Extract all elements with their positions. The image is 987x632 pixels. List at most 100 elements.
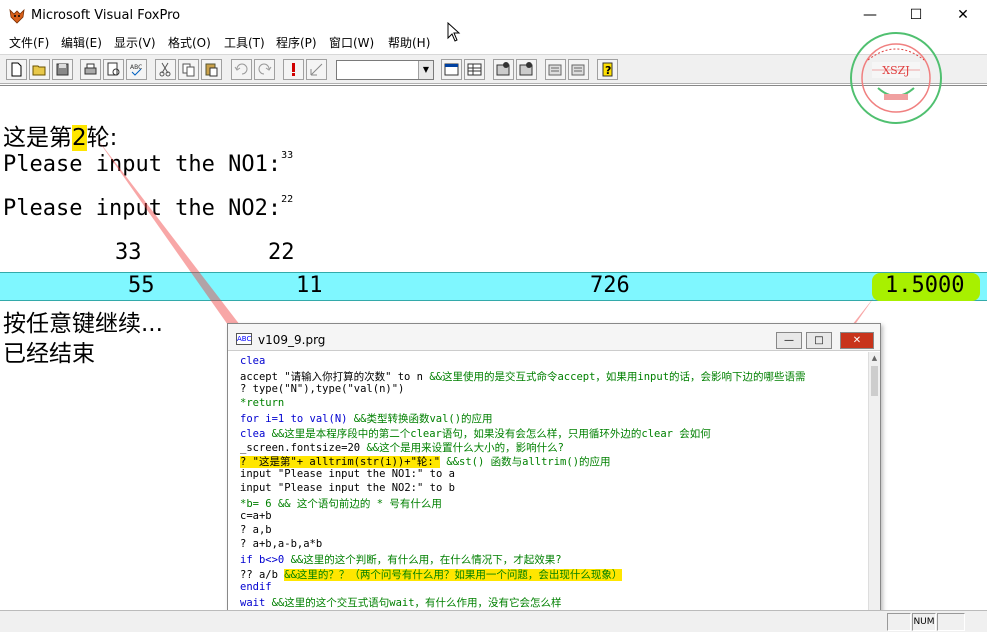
open-folder-icon[interactable] — [29, 59, 50, 80]
help-icon[interactable]: ? — [597, 59, 618, 80]
prg-file-icon: ABC — [236, 333, 252, 345]
scroll-up-icon[interactable]: ▲ — [869, 352, 880, 364]
code-statement: endif — [240, 580, 272, 593]
undo-icon[interactable] — [231, 59, 252, 80]
code-editor-text[interactable]: clea accept "请输入你打算的次数" to n &&这里使用的是交互式命… — [228, 352, 868, 614]
report-designer-icon[interactable] — [516, 59, 537, 80]
code-comment: &&这里的？？（两个问号有什么用？如果用一个问题，会出现什么现象） — [284, 568, 623, 581]
cut-icon[interactable] — [155, 59, 176, 80]
foxpro-logo-icon — [9, 8, 25, 24]
prompt-no2: Please input the NO2: — [3, 196, 282, 221]
window-title: Microsoft Visual FoxPro — [31, 8, 181, 23]
status-cell-blank — [887, 613, 911, 631]
code-comment: &&st() 函数与alltrim()的应用 — [446, 455, 611, 468]
new-file-icon[interactable] — [6, 59, 27, 80]
editor-minimize-button[interactable]: — — [776, 332, 802, 349]
run-icon[interactable] — [283, 59, 304, 80]
print-preview-icon[interactable] — [103, 59, 124, 80]
code-statement: c=a+b — [240, 510, 272, 523]
code-statement: ? a+b,a-b,a*b — [240, 538, 323, 551]
school-seal-logo: XSZJ — [850, 32, 942, 124]
editor-title-bar: ABC v109_9.prg — □ ✕ — [228, 324, 880, 351]
spell-check-icon[interactable]: ABC — [126, 59, 147, 80]
data-session-icon[interactable] — [464, 59, 485, 80]
program-editor-window[interactable]: ABC v109_9.prg — □ ✕ clea accept "请输入你打算的… — [227, 323, 881, 614]
menu-tools[interactable]: 工具(T) — [224, 34, 265, 51]
code-line: accept "请输入你打算的次数" to n &&这里使用的是交互式命令acc… — [240, 369, 806, 384]
menu-edit[interactable]: 编辑(E) — [61, 34, 102, 51]
code-statement: wait — [240, 596, 266, 609]
result-row: 55 11 726 1.5000 — [0, 272, 987, 301]
value-sum: 55 — [128, 273, 155, 298]
code-line: _screen.fontsize=20 &&这个是用来设置什么大小的，影响什么? — [240, 440, 564, 455]
code-line: endif — [240, 581, 272, 593]
code-line: input "Please input the NO1:" to a — [240, 468, 455, 480]
code-statement: ? a,b — [240, 524, 272, 537]
value-quotient: 1.5000 — [885, 273, 965, 298]
menu-bar: 文件(F) 编辑(E) 显示(V) 格式(O) 工具(T) 程序(P) 窗口(W… — [0, 31, 987, 53]
code-comment: && 这个语句前边的 * 号有什么用 — [277, 498, 442, 510]
code-line: clea &&这里是本程序段中的第二个clear语句，如果没有会怎么样，只用循环… — [240, 426, 711, 441]
print-icon[interactable] — [80, 59, 101, 80]
prompt-no1-line: Please input the NO1:33 — [3, 150, 294, 177]
prompt-no2-line: Please input the NO2:22 — [3, 194, 293, 221]
menu-window[interactable]: 窗口(W) — [329, 34, 374, 51]
menu-file[interactable]: 文件(F) — [9, 34, 49, 51]
menu-format[interactable]: 格式(O) — [168, 34, 211, 51]
chevron-down-icon[interactable]: ▼ — [418, 61, 433, 79]
status-num-lock: NUM — [912, 613, 936, 631]
menu-help[interactable]: 帮助(H) — [388, 34, 430, 51]
value-diff: 11 — [296, 273, 323, 298]
prompt-no1-value: 33 — [281, 150, 294, 161]
editor-close-button[interactable]: ✕ — [840, 332, 874, 349]
code-line: for i=1 to val(N) &&类型转换函数val()的应用 — [240, 411, 493, 426]
code-line: ?? a/b &&这里的？？（两个问号有什么用？如果用一个问题，会出现什么现象） — [240, 567, 623, 582]
maximize-button[interactable]: ☐ — [893, 0, 939, 31]
code-statement: for i=1 to val(N) — [240, 413, 348, 426]
object-combo-box[interactable]: ▼ — [336, 60, 434, 80]
code-statement: *return — [240, 397, 285, 410]
editor-maximize-button[interactable]: □ — [806, 332, 832, 349]
paste-icon[interactable] — [201, 59, 222, 80]
code-statement: _screen.fontsize=20 — [240, 441, 361, 454]
code-line: clea — [240, 355, 265, 367]
round-heading: 这是第2轮: — [3, 118, 117, 152]
code-line: ? a,b — [240, 524, 272, 536]
redo-icon[interactable] — [254, 59, 275, 80]
code-statement: input "Please input the NO2:" to b — [240, 481, 455, 494]
value-b: 22 — [268, 240, 295, 265]
menu-view[interactable]: 显示(V) — [114, 34, 156, 51]
code-line: ? "这是第"+ alltrim(str(i))+"轮:" &&st() 函数与… — [240, 454, 611, 469]
wizard-icon[interactable] — [568, 59, 589, 80]
code-line: *b= 6 && 这个语句前边的 * 号有什么用 — [240, 496, 442, 511]
minimize-button[interactable]: — — [847, 0, 893, 31]
editor-scrollbar[interactable]: ▲ — [868, 352, 880, 614]
code-comment: &&这里使用的是交互式命令accept，如果用input的话，会影响下边的哪些语… — [429, 371, 806, 384]
status-cell-blank-2 — [937, 613, 965, 631]
code-line: if b<>0 &&这里的这个判断，有什么用，在什么情况下，才起效果? — [240, 552, 562, 567]
form-designer-icon[interactable] — [493, 59, 514, 80]
status-bar: NUM — [0, 610, 987, 632]
menu-program[interactable]: 程序(P) — [276, 34, 317, 51]
svg-text:?: ? — [605, 64, 611, 77]
mouse-cursor-icon — [447, 22, 461, 42]
code-line: ? type("N"),type("val(n)") — [240, 383, 404, 395]
program-ended: 已经结束 — [3, 341, 95, 367]
close-button[interactable]: ✕ — [940, 0, 986, 31]
title-bar: Microsoft Visual FoxPro — ☐ ✕ — [0, 0, 987, 31]
command-window-icon[interactable] — [441, 59, 462, 80]
modify-form-icon[interactable] — [306, 59, 327, 80]
code-statement: ? "这是第"+ alltrim(str(i))+"轮:" — [240, 455, 441, 468]
value-a: 33 — [115, 240, 142, 265]
save-icon[interactable] — [52, 59, 73, 80]
builder-icon[interactable] — [545, 59, 566, 80]
code-line: input "Please input the NO2:" to b — [240, 482, 455, 494]
copy-icon[interactable] — [178, 59, 199, 80]
round-number: 2 — [72, 125, 87, 151]
value-product: 726 — [590, 273, 630, 298]
scroll-thumb[interactable] — [871, 366, 878, 396]
code-statement: *b= 6 — [240, 498, 272, 510]
code-line: c=a+b — [240, 510, 272, 522]
seal-code: XSZJ — [882, 64, 909, 77]
code-statement: input "Please input the NO1:" to a — [240, 467, 455, 480]
